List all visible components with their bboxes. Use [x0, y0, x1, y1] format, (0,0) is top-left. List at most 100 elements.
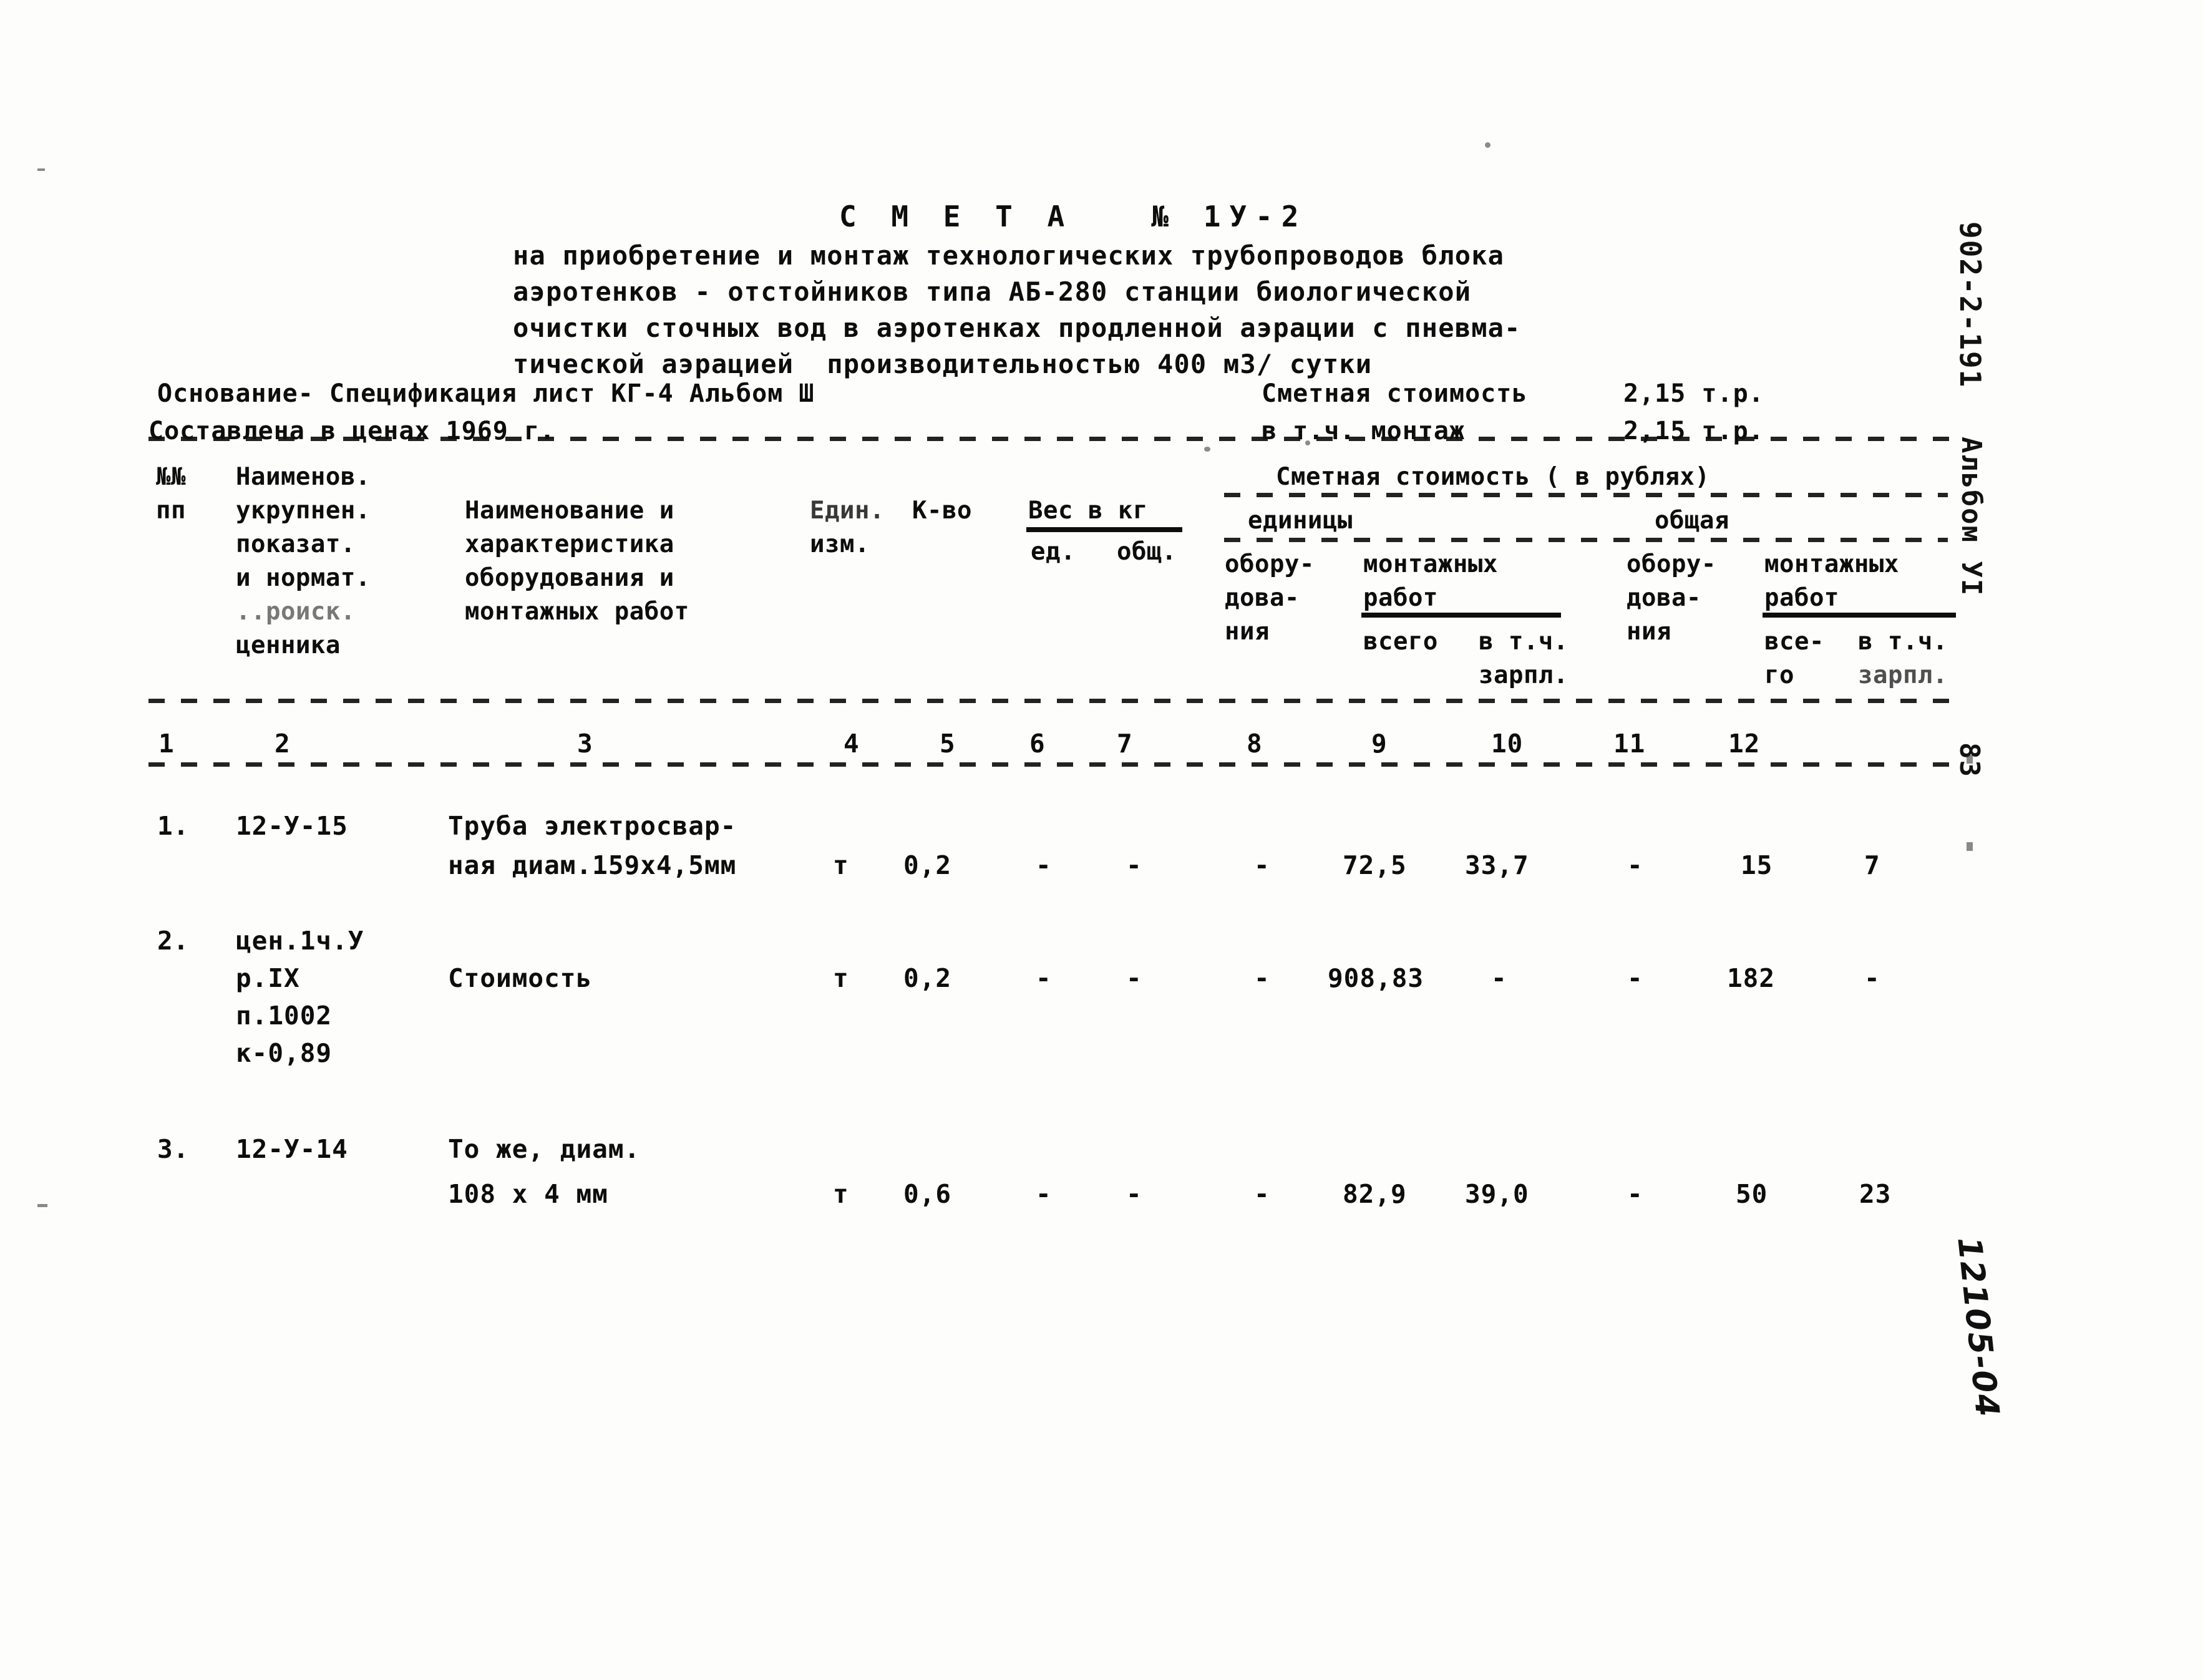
- column-number-3: 3: [577, 729, 593, 759]
- column-number-11: 11: [1613, 729, 1646, 759]
- table-header-unit-group: единицы: [1248, 507, 1353, 535]
- row-2-quantity: 0,2: [903, 963, 952, 993]
- table-header-col9-group-line1: монтажных: [1363, 550, 1498, 578]
- row-3-unit: т: [833, 1179, 849, 1209]
- table-header-col3-line3: оборудования и: [465, 564, 674, 592]
- column-number-2: 2: [275, 729, 291, 759]
- unit-total-group-underline: [1224, 538, 1948, 542]
- row-2-number: 2.: [157, 926, 190, 956]
- row-1-number: 1.: [157, 811, 190, 841]
- row-1-unit: т: [833, 850, 849, 880]
- row-2-cost-unit-install-total: 908,83: [1328, 963, 1424, 993]
- column-number-6: 6: [1029, 729, 1046, 759]
- row-3-cost-unit-install-wage: 39,0: [1465, 1179, 1529, 1209]
- row-2-weight-total: -: [1126, 963, 1142, 993]
- table-header-bottom-rule: [148, 699, 1958, 703]
- page-number-tick: [1967, 842, 1973, 851]
- row-1-cost-unit-install-total: 72,5: [1343, 850, 1407, 880]
- table-header-col11-line2: дова-: [1627, 584, 1701, 612]
- row-1-name-line-2: ная диам.159х4,5мм: [448, 850, 737, 880]
- row-2-cost-total-install-wage: -: [1864, 963, 1880, 993]
- row-3-cost-total-install-total: 50: [1736, 1179, 1768, 1209]
- row-1-name-line-1: Труба электросвар-: [448, 811, 737, 841]
- document-subtitle-line-3: очистки сточных вод в аэротенках продлен…: [513, 313, 1521, 343]
- table-header-weight-group: Вес в кг: [1028, 497, 1148, 525]
- row-3-weight-unit: -: [1036, 1179, 1052, 1209]
- scan-speck: [1204, 447, 1210, 452]
- table-header-col12-group-line2: работ: [1764, 584, 1839, 612]
- row-2-code-line-2: р.IX: [236, 963, 300, 993]
- row-1-weight-total: -: [1126, 850, 1142, 880]
- col12-group-underline: [1763, 613, 1956, 618]
- installation-cost-value: 2,15 т.р.: [1623, 417, 1764, 445]
- column-number-9: 9: [1371, 729, 1388, 759]
- table-header-col8-line1: обору-: [1225, 550, 1315, 578]
- prices-year-label: Составлена в ценах 1969 г.: [148, 417, 556, 445]
- column-number-4: 4: [844, 729, 860, 759]
- table-header-col3-line1: Наименование и: [465, 497, 674, 525]
- row-2-code-line-3: п.1002: [236, 1001, 333, 1031]
- row-1-cost-total-install-wage: 7: [1864, 850, 1880, 880]
- row-3-cost-unit-equipment: -: [1254, 1179, 1270, 1209]
- table-header-col9-group-line2: работ: [1363, 584, 1438, 612]
- table-header-col4-line1: Един.: [810, 497, 885, 525]
- header-separator-rule: [148, 437, 1952, 441]
- row-3-cost-unit-install-total: 82,9: [1343, 1179, 1407, 1209]
- table-header-col5: К-во: [912, 497, 972, 525]
- document-subtitle-line-1: на приобретение и монтаж технологических…: [513, 240, 1505, 271]
- table-header-col12-group-line1: монтажных: [1764, 550, 1899, 578]
- row-2-cost-unit-install-wage: -: [1491, 963, 1507, 993]
- row-3-name-line-1: То же, диам.: [448, 1134, 641, 1164]
- table-header-col12b-line2: зарпл.: [1858, 661, 1948, 689]
- scan-edge-mark: [37, 1204, 47, 1207]
- row-3-code-line-1: 12-У-14: [236, 1134, 348, 1164]
- scan-edge-mark: [37, 168, 45, 171]
- row-3-name-line-2: 108 х 4 мм: [448, 1179, 608, 1209]
- table-header-col4-line2: изм.: [810, 530, 870, 558]
- row-2-cost-total-equipment: -: [1627, 963, 1643, 993]
- row-1-code-line-1: 12-У-15: [236, 811, 348, 841]
- scan-speck: [1485, 142, 1491, 148]
- table-header-col2-line3: показат.: [236, 530, 356, 558]
- column-number-bottom-rule: [148, 762, 1958, 767]
- table-header-col9: всего: [1363, 628, 1438, 656]
- margin-project-code: 902-2-191: [1953, 221, 1987, 389]
- row-2-code-line-4: к-0,89: [236, 1038, 333, 1068]
- table-header-col12a-line1: все-: [1764, 628, 1824, 656]
- document-sheet: С М Е Т А № 1У-2 на приобретение и монта…: [0, 0, 2203, 1680]
- table-header-col2-line5: ..роиск.: [236, 598, 356, 626]
- margin-album: Альбом УI: [1955, 437, 1987, 597]
- row-2-code-line-1: цен.1ч.У: [236, 926, 364, 956]
- row-1-quantity: 0,2: [903, 850, 952, 880]
- basis-label: Основание- Спецификация лист КГ-4 Альбом…: [157, 379, 815, 408]
- table-header-col10-line1: в т.ч.: [1479, 628, 1568, 656]
- row-2-cost-total-install-total: 182: [1727, 963, 1776, 993]
- table-header-total-group: общая: [1655, 507, 1729, 535]
- table-header-col1-line2: пп: [156, 497, 186, 525]
- table-header-col3-line4: монтажных работ: [465, 598, 689, 626]
- row-1-cost-unit-equipment: -: [1254, 850, 1270, 880]
- installation-cost-label: в т.ч. монтаж: [1262, 417, 1466, 445]
- document-subtitle-line-4: тической аэрацией производительностью 40…: [513, 349, 1373, 379]
- row-3-number: 3.: [157, 1134, 190, 1164]
- row-2-name-line-1: Стоимость: [448, 963, 593, 993]
- table-header-col2-line1: Наименов.: [236, 463, 371, 491]
- row-3-cost-total-equipment: -: [1627, 1179, 1643, 1209]
- column-number-5: 5: [940, 729, 956, 759]
- row-2-weight-unit: -: [1036, 963, 1052, 993]
- archival-stamp: 12105-04: [1950, 1235, 2006, 1420]
- col9-group-underline: [1361, 613, 1561, 618]
- row-1-cost-unit-install-wage: 33,7: [1465, 850, 1529, 880]
- table-header-col8-line3: ния: [1225, 618, 1270, 646]
- column-number-12: 12: [1728, 729, 1761, 759]
- cost-group-underline: [1224, 493, 1948, 497]
- row-3-quantity: 0,6: [903, 1179, 952, 1209]
- document-title: С М Е Т А № 1У-2: [839, 200, 1308, 233]
- total-cost-label: Сметная стоимость: [1262, 379, 1528, 408]
- table-header-col1-line1: №№: [156, 463, 186, 491]
- table-header-cost-group: Сметная стоимость ( в рублях): [1276, 463, 1710, 491]
- row-2-cost-unit-equipment: -: [1254, 963, 1270, 993]
- column-number-8: 8: [1247, 729, 1263, 759]
- table-header-col8-line2: дова-: [1225, 584, 1300, 612]
- table-header-col7: общ.: [1117, 538, 1177, 566]
